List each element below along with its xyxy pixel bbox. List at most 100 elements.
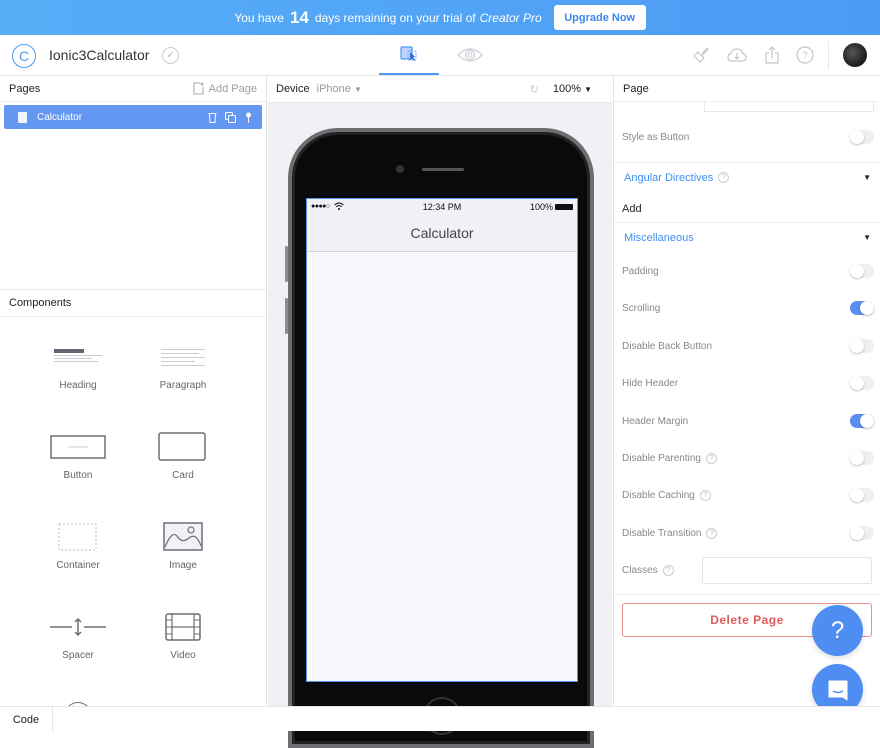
device-value: iPhone [316,83,351,95]
component-label: Card [172,470,194,481]
design-icon [400,46,417,61]
help-icon[interactable]: ? [795,45,815,65]
page-item-label: Calculator [37,111,83,123]
iphone-frame: ●●●●○ 12:34 PM 100% Calculator [288,128,594,748]
classes-input[interactable] [702,557,872,584]
code-tab[interactable]: Code [0,707,53,732]
disable-back-button-toggle[interactable] [850,339,874,353]
add-page-button[interactable]: Add Page [193,82,257,95]
prop-hide-header: Hide Header [614,373,880,393]
chevron-down-icon: ▼ [353,85,362,94]
prop-label: Disable Parenting [622,452,701,464]
previous-section-edge [704,102,874,112]
prop-padding: Padding [614,261,880,281]
add-page-icon [193,82,204,95]
pages-title: Pages [9,82,41,95]
help-circle-icon[interactable]: ? [718,172,730,183]
prop-label: Disable Transition [622,527,702,539]
spacer-icon [50,617,106,637]
component-label: Button [63,470,93,481]
component-label: Image [169,560,197,571]
component-card[interactable]: Card [143,430,223,481]
bottom-bar: Code [0,706,880,732]
component-paragraph[interactable]: Paragraph [143,340,223,391]
zoom-select[interactable]: 100% ▼ [553,83,592,95]
section-angular-directives[interactable]: Angular Directives ? ▼ [614,162,880,192]
component-label: Container [56,560,100,571]
container-icon [58,523,97,551]
chat-bubble-icon [828,680,847,700]
prop-style-as-button: Style as Button [614,127,880,147]
component-spacer[interactable]: Spacer [38,610,118,661]
chevron-down-icon: ▼ [584,85,592,94]
disable-caching-toggle[interactable] [850,488,874,502]
zoom-value: 100% [552,83,582,95]
share-export-icon[interactable] [762,45,782,65]
page-document-icon [18,111,27,123]
component-image[interactable]: Image [143,520,223,571]
toolbar-divider [828,41,829,69]
pin-icon[interactable] [245,112,252,123]
top-bar: C Ionic3Calculator ✓ ? [0,35,880,76]
banner-middle: days remaining on your trial of [314,10,476,25]
help-circle-icon[interactable]: ? [662,564,674,576]
component-label: Heading [59,380,97,391]
paragraph-icon [161,349,205,366]
banner-prefix: You have [234,10,284,25]
creator-logo-icon[interactable]: C [12,44,36,68]
button-icon [50,435,106,459]
page-item-calculator[interactable]: Calculator [4,105,262,129]
help-circle-icon[interactable]: ? [705,452,717,464]
svg-text:?: ? [802,51,808,62]
component-heading[interactable]: Heading [38,340,118,391]
canvas-panel: Device iPhone ▼ ↻ 100% ▼ ●●●●○ 12:34 PM … [268,76,612,748]
section-title: Miscellaneous [624,231,694,244]
trash-icon[interactable] [208,112,217,123]
add-directive-link[interactable]: Add [614,199,880,219]
page-navbar[interactable]: Calculator [307,214,577,252]
pages-header: Pages Add Page [0,76,266,102]
video-icon [165,613,201,641]
scrolling-toggle[interactable] [850,301,874,315]
user-avatar[interactable] [843,43,867,67]
device-bar: Device iPhone ▼ ↻ 100% ▼ [268,76,612,103]
status-time: 12:34 PM [422,201,462,212]
hide-header-toggle[interactable] [850,376,874,390]
section-title: Angular Directives [624,171,714,184]
device-label: Device [276,83,310,95]
help-circle-icon[interactable]: ? [706,527,718,539]
caret-down-icon: ▼ [863,233,871,242]
padding-toggle[interactable] [850,264,874,278]
prop-disable-parenting: Disable Parenting? [614,448,880,468]
prop-label: Scrolling [622,302,661,314]
prop-label: Hide Header [622,377,679,389]
tab-design[interactable] [379,35,439,75]
disable-parenting-toggle[interactable] [850,451,874,465]
device-select[interactable]: iPhone ▼ [317,83,362,95]
prop-disable-back-button: Disable Back Button [614,336,880,356]
rotate-icon[interactable]: ↻ [530,83,539,96]
prop-header-margin: Header Margin [614,411,880,431]
help-fab[interactable]: ? [812,605,863,656]
section-miscellaneous[interactable]: Miscellaneous ▼ [614,222,880,252]
preview-eye-icon [457,48,483,62]
component-button[interactable]: Button [38,430,118,481]
component-label: Video [170,650,196,661]
header-margin-toggle[interactable] [850,414,874,428]
tab-preview[interactable] [440,35,500,75]
component-container[interactable]: Container [38,520,118,571]
device-screen[interactable]: ●●●●○ 12:34 PM 100% Calculator [306,198,578,682]
question-mark-icon: ? [830,616,845,644]
navbar-title: Calculator [410,224,474,241]
duplicate-icon[interactable] [225,111,237,123]
saved-check-icon: ✓ [162,47,179,64]
cloud-download-icon[interactable] [727,45,747,65]
style-as-button-toggle[interactable] [850,130,874,144]
disable-transition-toggle[interactable] [850,526,874,540]
upgrade-now-button[interactable]: Upgrade Now [553,5,646,30]
component-video[interactable]: Video [143,610,223,661]
help-circle-icon[interactable]: ? [699,489,711,501]
theme-brush-icon[interactable] [691,45,711,65]
components-header: Components [0,289,266,317]
prop-label: Header Margin [622,415,689,427]
